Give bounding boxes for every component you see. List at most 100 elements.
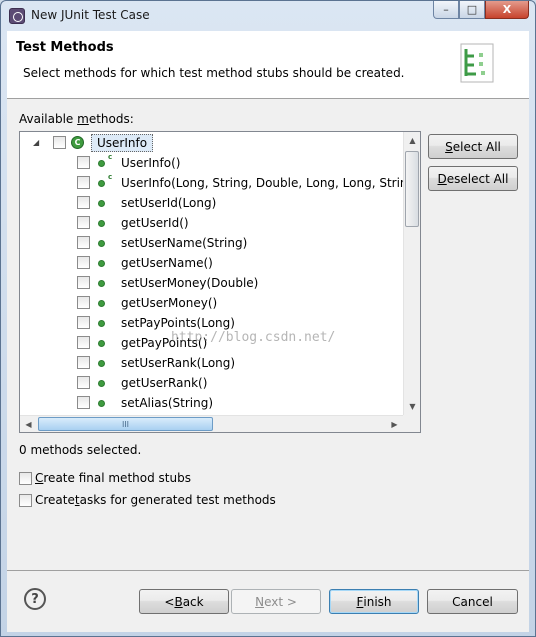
scroll-right-arrow-icon[interactable]: ▶ bbox=[386, 416, 403, 432]
public-method-icon bbox=[98, 380, 105, 387]
method-checkbox[interactable] bbox=[77, 396, 90, 409]
method-row[interactable]: setUserId(Long) bbox=[20, 193, 403, 213]
maximize-button[interactable]: □ bbox=[459, 1, 485, 19]
wizard-header: Test Methods Select methods for which te… bbox=[7, 31, 529, 99]
method-row[interactable]: getUserName() bbox=[20, 253, 403, 273]
public-method-icon bbox=[98, 300, 105, 307]
class-label[interactable]: UserInfo bbox=[91, 134, 154, 152]
constructor-overlay-icon: c bbox=[108, 173, 113, 181]
method-label: setPayPoints(Long) bbox=[121, 316, 235, 330]
select-all-button[interactable]: Select All bbox=[428, 134, 518, 159]
wizard-footer: ? < Back Next > Finish Cancel bbox=[7, 571, 529, 632]
public-method-icon bbox=[98, 400, 105, 407]
method-checkbox[interactable] bbox=[77, 276, 90, 289]
back-button[interactable]: < Back bbox=[139, 589, 229, 614]
method-checkbox[interactable] bbox=[77, 336, 90, 349]
class-icon: C bbox=[71, 136, 84, 149]
finish-mnemonic: F bbox=[356, 594, 364, 609]
methods-tree[interactable]: ◢ C UserInfo c UserInfo() c UserInfo(Long, … bbox=[19, 131, 421, 433]
method-label: getPayPoints() bbox=[121, 336, 208, 350]
scroll-left-arrow-icon[interactable]: ◀ bbox=[20, 416, 37, 432]
window-title: New JUnit Test Case bbox=[31, 8, 150, 22]
method-label: UserInfo(Long, String, Double, Long, Lon… bbox=[121, 176, 403, 190]
public-method-icon bbox=[98, 220, 105, 227]
method-checkbox[interactable] bbox=[77, 176, 90, 189]
horizontal-scrollbar[interactable]: ◀ III ▶ bbox=[20, 415, 403, 432]
method-checkbox[interactable] bbox=[77, 356, 90, 369]
help-icon[interactable]: ? bbox=[24, 588, 46, 610]
method-row[interactable]: setUserName(String) bbox=[20, 233, 403, 253]
available-methods-label-end: ethods: bbox=[88, 112, 134, 126]
deselect-all-mnemonic: D bbox=[437, 171, 447, 186]
method-row[interactable]: c UserInfo() bbox=[20, 153, 403, 173]
method-label: UserInfo() bbox=[121, 156, 181, 170]
method-row[interactable]: getUserId() bbox=[20, 213, 403, 233]
method-row[interactable]: getUserMoney() bbox=[20, 293, 403, 313]
deselect-all-button[interactable]: Deselect All bbox=[428, 166, 518, 191]
scroll-up-arrow-icon[interactable]: ▲ bbox=[404, 132, 420, 149]
wizard-content: Available methods: ◢ C UserInfo c UserInf… bbox=[7, 100, 529, 570]
available-methods-label: Available methods: bbox=[19, 112, 134, 126]
final-stubs-mnemonic: C bbox=[35, 471, 44, 485]
junit-wizard-icon bbox=[460, 43, 494, 83]
method-checkbox[interactable] bbox=[77, 376, 90, 389]
dialog-window: New JUnit Test Case – □ X Test Methods S… bbox=[0, 0, 536, 637]
page-title: Test Methods bbox=[16, 40, 114, 55]
horizontal-scroll-thumb[interactable]: III bbox=[38, 417, 213, 431]
public-method-icon bbox=[98, 180, 105, 187]
window-controls: – □ X bbox=[433, 1, 529, 19]
method-checkbox[interactable] bbox=[77, 316, 90, 329]
generate-tasks-checkbox[interactable] bbox=[19, 493, 32, 507]
vertical-scroll-thumb[interactable] bbox=[405, 151, 419, 227]
tree-root-row[interactable]: ◢ C UserInfo bbox=[20, 133, 403, 153]
select-all-mnemonic: S bbox=[445, 139, 453, 154]
method-row[interactable]: getPayPoints() bbox=[20, 333, 403, 353]
method-checkbox[interactable] bbox=[77, 156, 90, 169]
method-label: setAlias(String) bbox=[121, 396, 213, 410]
minimize-button[interactable]: – bbox=[433, 1, 459, 19]
method-row[interactable]: c UserInfo(Long, String, Double, Long, Lo… bbox=[20, 173, 403, 193]
method-row[interactable]: setPayPoints(Long) bbox=[20, 313, 403, 333]
method-row[interactable]: getUserRank() bbox=[20, 373, 403, 393]
method-checkbox[interactable] bbox=[77, 196, 90, 209]
method-checkbox[interactable] bbox=[77, 296, 90, 309]
next-label: ext > bbox=[264, 594, 297, 609]
next-button[interactable]: Next > bbox=[231, 589, 321, 614]
scrollbar-corner bbox=[403, 415, 420, 432]
method-row[interactable]: setAlias(String) bbox=[20, 393, 403, 413]
eclipse-app-icon bbox=[9, 8, 25, 24]
method-checkbox[interactable] bbox=[77, 216, 90, 229]
method-label: setUserId(Long) bbox=[121, 196, 217, 210]
root-checkbox[interactable] bbox=[53, 136, 66, 149]
selected-count-status: 0 methods selected. bbox=[19, 443, 142, 457]
method-label: setUserRank(Long) bbox=[121, 356, 236, 370]
next-mnemonic: N bbox=[255, 594, 265, 609]
method-checkbox[interactable] bbox=[77, 256, 90, 269]
method-checkbox[interactable] bbox=[77, 236, 90, 249]
finish-label: inish bbox=[363, 594, 392, 609]
generate-tasks-label-start: Create bbox=[35, 493, 75, 507]
method-label: getUserMoney() bbox=[121, 296, 218, 310]
public-method-icon bbox=[98, 320, 105, 327]
scroll-down-arrow-icon[interactable]: ▼ bbox=[404, 398, 420, 415]
expand-collapse-icon[interactable]: ◢ bbox=[33, 138, 39, 147]
close-button[interactable]: X bbox=[485, 1, 529, 19]
vertical-scrollbar[interactable]: ▲ ▼ bbox=[403, 132, 420, 415]
cancel-button[interactable]: Cancel bbox=[427, 589, 518, 614]
method-label: getUserRank() bbox=[121, 376, 208, 390]
public-method-icon bbox=[98, 360, 105, 367]
back-label: ack bbox=[182, 594, 204, 609]
select-all-label: elect All bbox=[452, 139, 501, 154]
final-stubs-checkbox[interactable] bbox=[19, 471, 32, 485]
finish-button[interactable]: Finish bbox=[329, 589, 419, 614]
deselect-all-label: eselect All bbox=[446, 171, 509, 186]
title-bar[interactable]: New JUnit Test Case – □ X bbox=[1, 1, 535, 31]
final-stubs-option[interactable]: Create final method stubs bbox=[19, 471, 191, 485]
method-label: getUserName() bbox=[121, 256, 213, 270]
method-row[interactable]: setUserMoney(Double) bbox=[20, 273, 403, 293]
method-row[interactable]: setUserRank(Long) bbox=[20, 353, 403, 373]
final-stubs-label: reate final method stubs bbox=[43, 471, 191, 485]
method-label: setUserMoney(Double) bbox=[121, 276, 259, 290]
public-method-icon bbox=[98, 260, 105, 267]
generate-tasks-option[interactable]: Create t asks for generated test methods bbox=[19, 493, 276, 507]
